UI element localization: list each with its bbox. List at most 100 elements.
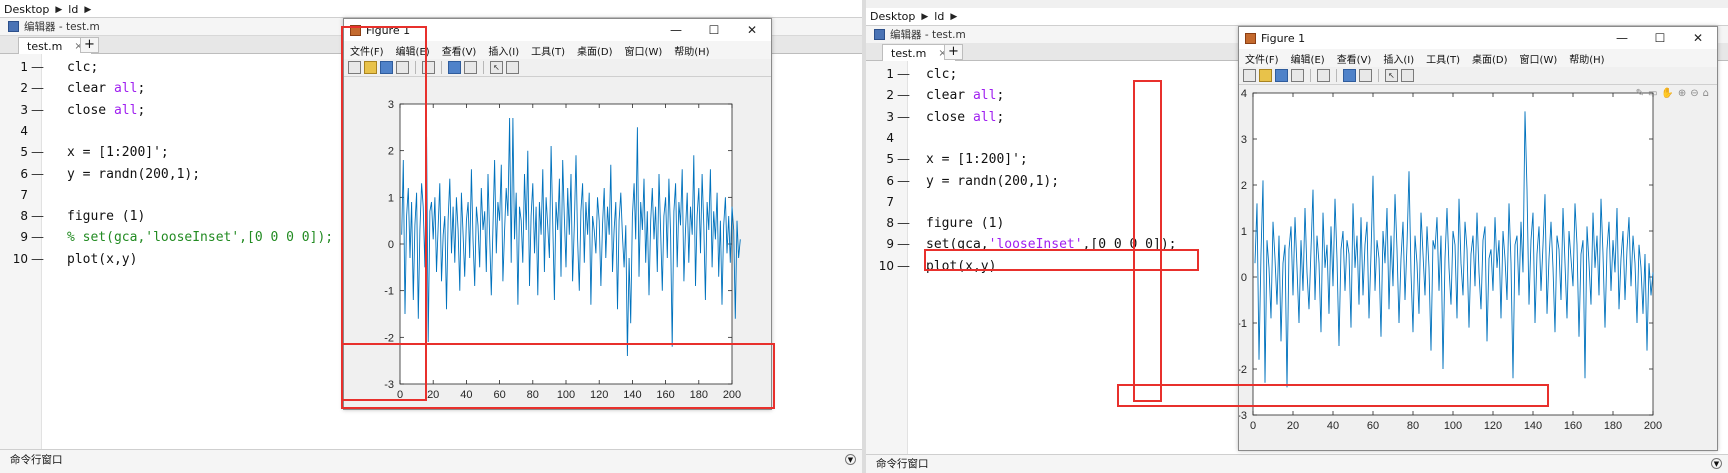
zoom-in-icon[interactable]: ⊕ — [1678, 88, 1686, 99]
add-tab-button[interactable]: + — [80, 37, 99, 53]
print-icon[interactable] — [1291, 69, 1304, 82]
menu-item[interactable]: 文件(F) — [350, 43, 384, 58]
brush-icon[interactable]: ✎ — [1636, 88, 1644, 99]
breakpoint-marker[interactable]: — — [897, 63, 910, 86]
menu-item[interactable]: 文件(F) — [1245, 51, 1279, 66]
save-icon[interactable] — [380, 61, 393, 74]
menu-item[interactable]: 插入(I) — [1383, 51, 1414, 66]
breakpoint-marker[interactable]: — — [31, 226, 44, 249]
breadcrumb-desktop[interactable]: Desktop — [4, 2, 49, 18]
breadcrumb-folder[interactable]: ld — [934, 9, 944, 25]
menu-item[interactable]: 编辑(E) — [396, 43, 430, 58]
y-tick-label: -3 — [384, 379, 394, 391]
code-text: % set(gca,'looseInset',[0 0 0 0]); — [67, 226, 333, 249]
new-figure-icon[interactable] — [1243, 69, 1256, 82]
code-token: y = randn(200,1); — [67, 166, 201, 182]
link-plot-icon[interactable] — [422, 61, 435, 74]
line-number: 7 — [20, 187, 28, 202]
menu-item[interactable]: 桌面(D) — [577, 43, 613, 58]
menu-item[interactable]: 窗口(W) — [625, 43, 663, 58]
print-icon[interactable] — [396, 61, 409, 74]
maximize-button[interactable]: ☐ — [695, 19, 733, 41]
breakpoint-marker[interactable]: — — [31, 56, 44, 79]
command-window-bar[interactable]: 命令行窗口 ▼ — [866, 454, 1728, 473]
menu-item[interactable]: 编辑(E) — [1291, 51, 1325, 66]
breadcrumb-folder[interactable]: ld — [68, 2, 78, 18]
breakpoint-marker[interactable]: — — [31, 141, 44, 164]
x-tick-label: 120 — [1484, 420, 1502, 432]
menu-item[interactable]: 帮助(H) — [674, 43, 709, 58]
menu-item[interactable]: 工具(T) — [531, 43, 565, 58]
figure-toolbar: ↖ — [344, 59, 771, 77]
close-button[interactable]: ✕ — [733, 19, 771, 41]
breakpoint-marker[interactable]: — — [897, 106, 910, 129]
chevron-down-icon[interactable]: ▼ — [845, 454, 856, 465]
code-token: ; — [996, 88, 1005, 104]
breakpoint-marker[interactable]: — — [897, 212, 910, 235]
chevron-down-icon[interactable]: ▼ — [1711, 458, 1722, 469]
menu-item[interactable]: 查看(V) — [1337, 51, 1372, 66]
code-token: y = randn(200,1); — [926, 173, 1060, 189]
add-tab-button[interactable]: + — [944, 44, 963, 60]
legend-icon[interactable] — [1359, 69, 1372, 82]
menu-item[interactable]: 工具(T) — [1426, 51, 1460, 66]
pointer-icon[interactable]: ↖ — [490, 61, 503, 74]
y-tick-label: -3 — [1238, 410, 1247, 422]
pan-icon[interactable]: ✋ — [1661, 88, 1673, 99]
figure-window[interactable]: Figure 1 — ☐ ✕ 文件(F) 编辑(E) 查看(V) 插入(I) 工具(T)… — [343, 18, 772, 410]
zoom-out-icon[interactable]: ⊖ — [1690, 88, 1698, 99]
menu-item[interactable]: 桌面(D) — [1472, 51, 1508, 66]
breadcrumb-desktop[interactable]: Desktop — [870, 9, 915, 25]
y-tick-label: -2 — [1238, 364, 1247, 376]
breakpoint-marker[interactable]: — — [897, 233, 910, 256]
command-window-bar[interactable]: 命令行窗口 ▼ — [0, 449, 862, 473]
y-tick-label: 2 — [1241, 180, 1247, 192]
close-button[interactable]: ✕ — [1679, 27, 1717, 49]
legend-icon[interactable] — [464, 61, 477, 74]
breakpoint-marker[interactable]: — — [897, 148, 910, 171]
breakpoint-marker[interactable]: — — [31, 163, 44, 186]
breakpoint-marker[interactable]: — — [897, 170, 910, 193]
plot-area[interactable]: 0 20 40 60 80 100 120 140 160 180 200 -3 -2 -1 0 1 2 3 — [344, 77, 771, 409]
breakpoint-marker[interactable]: — — [897, 84, 910, 107]
new-figure-icon[interactable] — [348, 61, 361, 74]
breakpoint-marker[interactable]: — — [31, 99, 44, 122]
save-icon[interactable] — [1275, 69, 1288, 82]
open-file-icon[interactable] — [364, 61, 377, 74]
colorbar-icon[interactable] — [1343, 69, 1356, 82]
y-tick-label: 0 — [388, 239, 394, 251]
menu-item[interactable]: 查看(V) — [442, 43, 477, 58]
code-text: close all; — [926, 106, 1004, 129]
property-inspector-icon[interactable] — [1401, 69, 1414, 82]
link-plot-icon[interactable] — [1317, 69, 1330, 82]
menu-item[interactable]: 帮助(H) — [1569, 51, 1604, 66]
code-text: clc; — [67, 56, 98, 79]
code-text: figure (1) — [67, 205, 145, 228]
axes-toolbar: ✎ ▭ ✋ ⊕ ⊖ ⌂ — [1636, 88, 1709, 99]
home-icon[interactable]: ⌂ — [1703, 88, 1709, 99]
menu-item[interactable]: 窗口(W) — [1520, 51, 1558, 66]
plot-area[interactable]: 0 20 40 60 80 100 120 140 160 180 200 -3 -2 -1 0 1 2 3 4 ✎… — [1239, 85, 1717, 450]
breakpoint-marker[interactable]: — — [31, 248, 44, 271]
breakpoint-marker[interactable]: — — [31, 77, 44, 100]
line-plot[interactable]: 0 20 40 60 80 100 120 140 160 180 200 -3 -2 -1 0 1 2 3 4 — [1239, 85, 1718, 451]
minimize-button[interactable]: — — [657, 19, 695, 41]
window-controls: — ☐ ✕ — [1603, 27, 1717, 49]
datatip-icon[interactable]: ▭ — [1648, 88, 1657, 99]
minimize-button[interactable]: — — [1603, 27, 1641, 49]
maximize-button[interactable]: ☐ — [1641, 27, 1679, 49]
open-file-icon[interactable] — [1259, 69, 1272, 82]
breadcrumb: Desktop ▶ ld ▶ — [870, 9, 957, 25]
breadcrumb: Desktop ▶ ld ▶ — [4, 2, 91, 18]
breakpoint-marker[interactable]: — — [897, 255, 910, 278]
property-inspector-icon[interactable] — [506, 61, 519, 74]
line-plot[interactable]: 0 20 40 60 80 100 120 140 160 180 200 -3 -2 -1 0 1 2 3 — [344, 77, 772, 410]
pointer-icon[interactable]: ↖ — [1385, 69, 1398, 82]
toolbar-separator — [441, 61, 442, 74]
figure-window[interactable]: Figure 1 — ☐ ✕ 文件(F) 编辑(E) 查看(V) 插入(I) 工具(T)… — [1238, 26, 1718, 451]
x-tick-label: 80 — [527, 389, 539, 401]
menu-item[interactable]: 插入(I) — [488, 43, 519, 58]
colorbar-icon[interactable] — [448, 61, 461, 74]
x-tick-label: 20 — [427, 389, 439, 401]
breakpoint-marker[interactable]: — — [31, 205, 44, 228]
